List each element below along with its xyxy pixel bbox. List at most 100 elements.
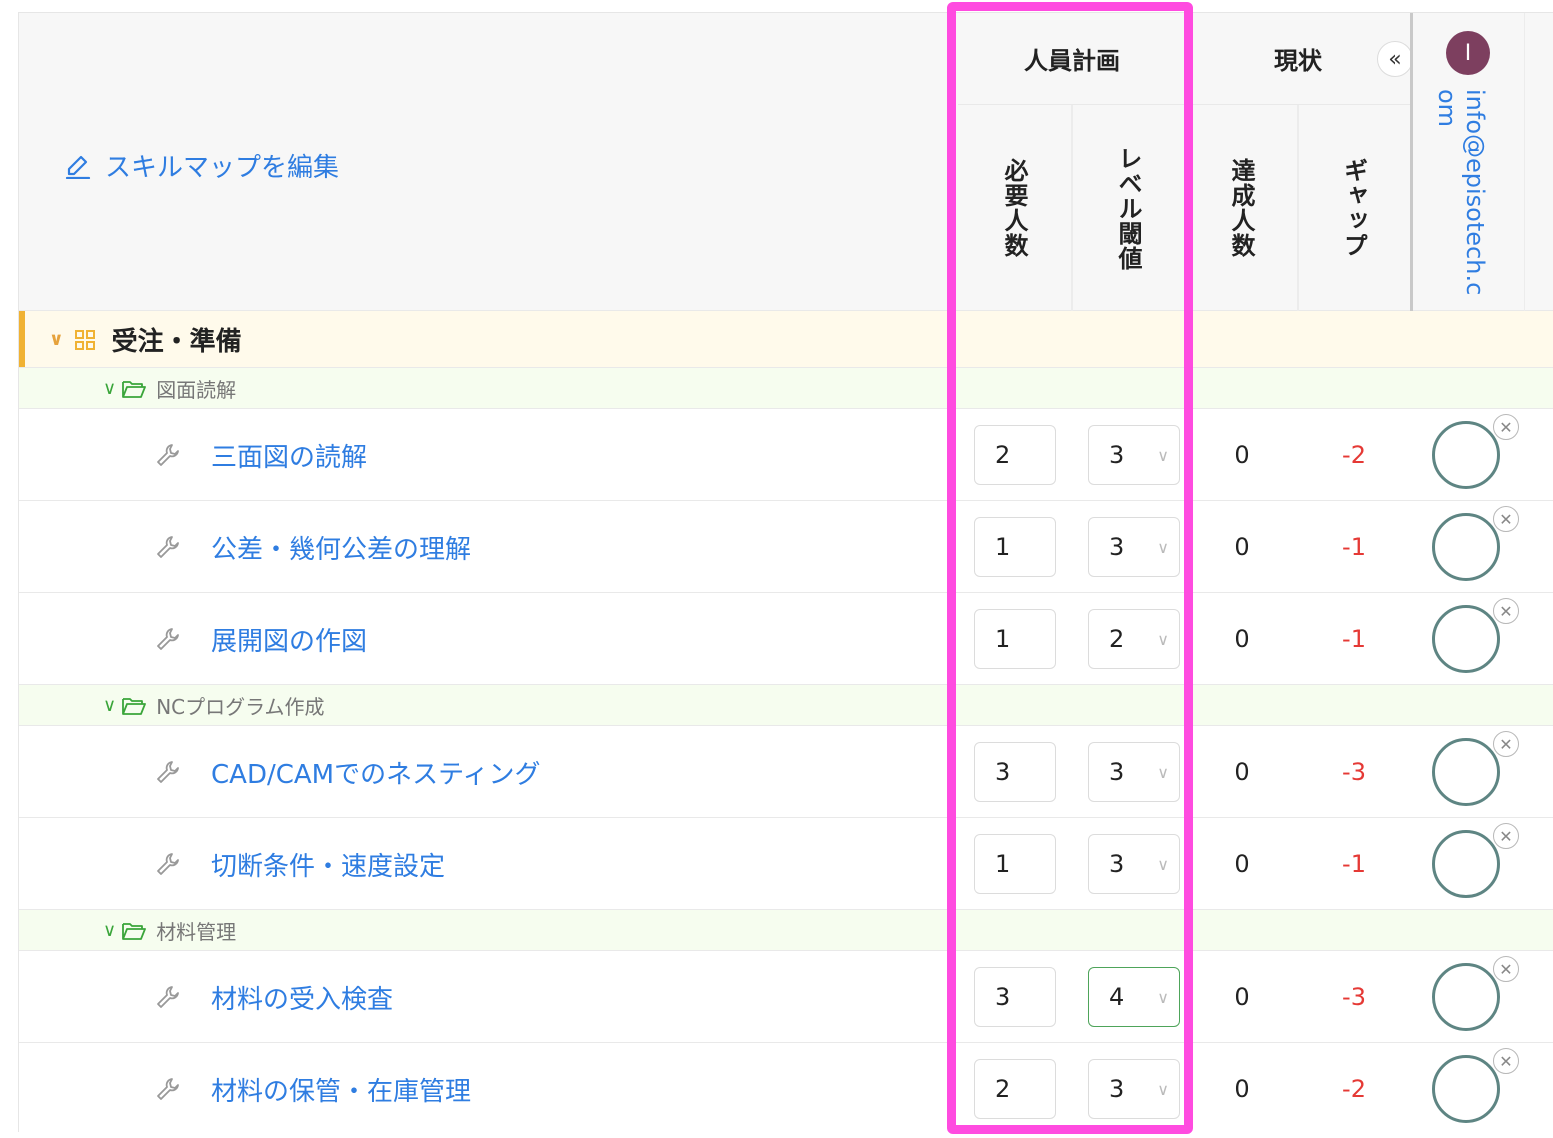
- subcategory-label[interactable]: ∨ 図面読解: [103, 368, 236, 409]
- wrench-icon: [157, 986, 179, 1008]
- level-value: 3: [1109, 533, 1125, 561]
- chevron-down-icon[interactable]: ∨: [103, 920, 116, 941]
- required-count-input[interactable]: 2: [974, 425, 1056, 485]
- subcategory-name: NCプログラム作成: [156, 695, 325, 719]
- achieved-count: 0: [1234, 441, 1250, 469]
- skill-label: CAD/CAMでのネスティング: [155, 726, 541, 818]
- level-threshold-select[interactable]: 3 ∨: [1088, 834, 1180, 894]
- close-icon[interactable]: ✕: [1493, 414, 1519, 440]
- skill-name[interactable]: 公差・幾何公差の理解: [211, 529, 471, 566]
- level-threshold-select[interactable]: 3 ∨: [1088, 742, 1180, 802]
- skill-label: 切断条件・速度設定: [155, 818, 445, 910]
- user-column-header[interactable]: I info@episotech.com: [1410, 13, 1524, 311]
- level-value: 2: [1109, 625, 1125, 653]
- gap-value: -1: [1342, 625, 1366, 653]
- required-count-input[interactable]: 2: [974, 1059, 1056, 1119]
- close-icon[interactable]: ✕: [1493, 731, 1519, 757]
- required-count-input[interactable]: 1: [974, 609, 1056, 669]
- subcategory-name: 図面読解: [156, 378, 237, 402]
- subcategory-row[interactable]: ∨ 図面読解: [19, 368, 1553, 409]
- folder-open-icon: [122, 922, 147, 940]
- skill-level-circle[interactable]: [1432, 963, 1500, 1031]
- skill-label: 材料の受入検査: [155, 951, 393, 1043]
- chevron-down-icon: ∨: [1157, 445, 1169, 465]
- chevron-down-icon: ∨: [1157, 987, 1169, 1007]
- skill-level-circle[interactable]: [1432, 513, 1500, 581]
- skill-level-circle[interactable]: [1432, 421, 1500, 489]
- skill-row: 三面図の読解 2 3 ∨ 0 -2 ✕: [19, 409, 1553, 501]
- required-count-input[interactable]: 3: [974, 742, 1056, 802]
- level-threshold-select[interactable]: 3 ∨: [1088, 517, 1180, 577]
- skill-label: 展開図の作図: [155, 593, 367, 685]
- achieved-count: 0: [1234, 983, 1250, 1011]
- chevron-down-icon[interactable]: ∨: [103, 378, 116, 399]
- gap-value: -2: [1342, 1075, 1366, 1103]
- subcategory-label[interactable]: ∨ 材料管理: [103, 910, 236, 951]
- table-header: スキルマップを編集 人員計画 現状 必要人数 レベル閾値 達成人数 ギャップ «…: [19, 13, 1553, 311]
- level-value: 3: [1109, 850, 1125, 878]
- grid-icon: [74, 329, 95, 350]
- gap-value: -1: [1342, 850, 1366, 878]
- skill-name[interactable]: 切断条件・速度設定: [211, 846, 445, 883]
- skill-label: 三面図の読解: [155, 409, 367, 501]
- skill-label: 材料の保管・在庫管理: [155, 1043, 471, 1132]
- close-icon[interactable]: ✕: [1493, 956, 1519, 982]
- subcategory-row[interactable]: ∨ NCプログラム作成: [19, 685, 1553, 726]
- header-plan-group: 人員計画: [958, 13, 1186, 105]
- skill-row: 公差・幾何公差の理解 1 3 ∨ 0 -1 ✕: [19, 501, 1553, 593]
- level-threshold-select[interactable]: 3 ∨: [1088, 425, 1180, 485]
- achieved-count: 0: [1234, 625, 1250, 653]
- chevron-down-icon: ∨: [1157, 537, 1169, 557]
- required-count-input[interactable]: 3: [974, 967, 1056, 1027]
- skill-name[interactable]: CAD/CAMでのネスティング: [211, 754, 541, 791]
- chevron-down-icon[interactable]: ∨: [103, 695, 116, 716]
- subcategory-row[interactable]: ∨ 材料管理: [19, 910, 1553, 951]
- wrench-icon: [157, 1078, 179, 1100]
- gap-value: -3: [1342, 758, 1366, 786]
- subcategory-name: 材料管理: [156, 920, 237, 944]
- skill-name[interactable]: 展開図の作図: [211, 621, 367, 658]
- skill-name[interactable]: 材料の受入検査: [211, 979, 393, 1016]
- collapse-columns-button[interactable]: «: [1377, 41, 1413, 77]
- chevron-down-icon: ∨: [1157, 1079, 1169, 1099]
- wrench-icon: [157, 444, 179, 466]
- category-label[interactable]: ∨ 受注・準備: [49, 311, 242, 368]
- gap-value: -3: [1342, 983, 1366, 1011]
- chevron-down-icon: ∨: [1157, 629, 1169, 649]
- level-value: 3: [1109, 441, 1125, 469]
- close-icon[interactable]: ✕: [1493, 1048, 1519, 1074]
- skill-name[interactable]: 三面図の読解: [211, 437, 367, 474]
- level-value: 3: [1109, 758, 1125, 786]
- skill-name[interactable]: 材料の保管・在庫管理: [211, 1071, 471, 1108]
- required-count-input[interactable]: 1: [974, 517, 1056, 577]
- close-icon[interactable]: ✕: [1493, 823, 1519, 849]
- close-icon[interactable]: ✕: [1493, 598, 1519, 624]
- achieved-count: 0: [1234, 1075, 1250, 1103]
- chevron-down-icon[interactable]: ∨: [49, 329, 64, 350]
- folder-open-icon: [122, 697, 147, 715]
- header-gap: ギャップ: [1339, 158, 1368, 258]
- level-threshold-select[interactable]: 4 ∨: [1088, 967, 1180, 1027]
- wrench-icon: [157, 853, 179, 875]
- skill-row: 切断条件・速度設定 1 3 ∨ 0 -1 ✕: [19, 818, 1553, 910]
- category-accent-bar: [19, 311, 25, 367]
- skill-label: 公差・幾何公差の理解: [155, 501, 471, 593]
- pencil-icon: [65, 155, 91, 179]
- close-icon[interactable]: ✕: [1493, 506, 1519, 532]
- level-threshold-select[interactable]: 3 ∨: [1088, 1059, 1180, 1119]
- gap-value: -2: [1342, 441, 1366, 469]
- subcategory-label[interactable]: ∨ NCプログラム作成: [103, 685, 325, 726]
- skill-level-circle[interactable]: [1432, 830, 1500, 898]
- level-threshold-select[interactable]: 2 ∨: [1088, 609, 1180, 669]
- skill-level-circle[interactable]: [1432, 738, 1500, 806]
- category-row[interactable]: ∨ 受注・準備: [19, 311, 1553, 368]
- skill-level-circle[interactable]: [1432, 1055, 1500, 1123]
- edit-skillmap-link[interactable]: スキルマップを編集: [65, 147, 339, 184]
- skill-row: 展開図の作図 1 2 ∨ 0 -1 ✕: [19, 593, 1553, 685]
- edit-skillmap-label: スキルマップを編集: [105, 153, 340, 183]
- header-achieved-count: 達成人数: [1186, 105, 1298, 311]
- required-count-input[interactable]: 1: [974, 834, 1056, 894]
- skillmap-sheet: スキルマップを編集 人員計画 現状 必要人数 レベル閾値 達成人数 ギャップ «…: [18, 12, 1553, 1132]
- skill-level-circle[interactable]: [1432, 605, 1500, 673]
- skill-row: 材料の保管・在庫管理 2 3 ∨ 0 -2 ✕: [19, 1043, 1553, 1132]
